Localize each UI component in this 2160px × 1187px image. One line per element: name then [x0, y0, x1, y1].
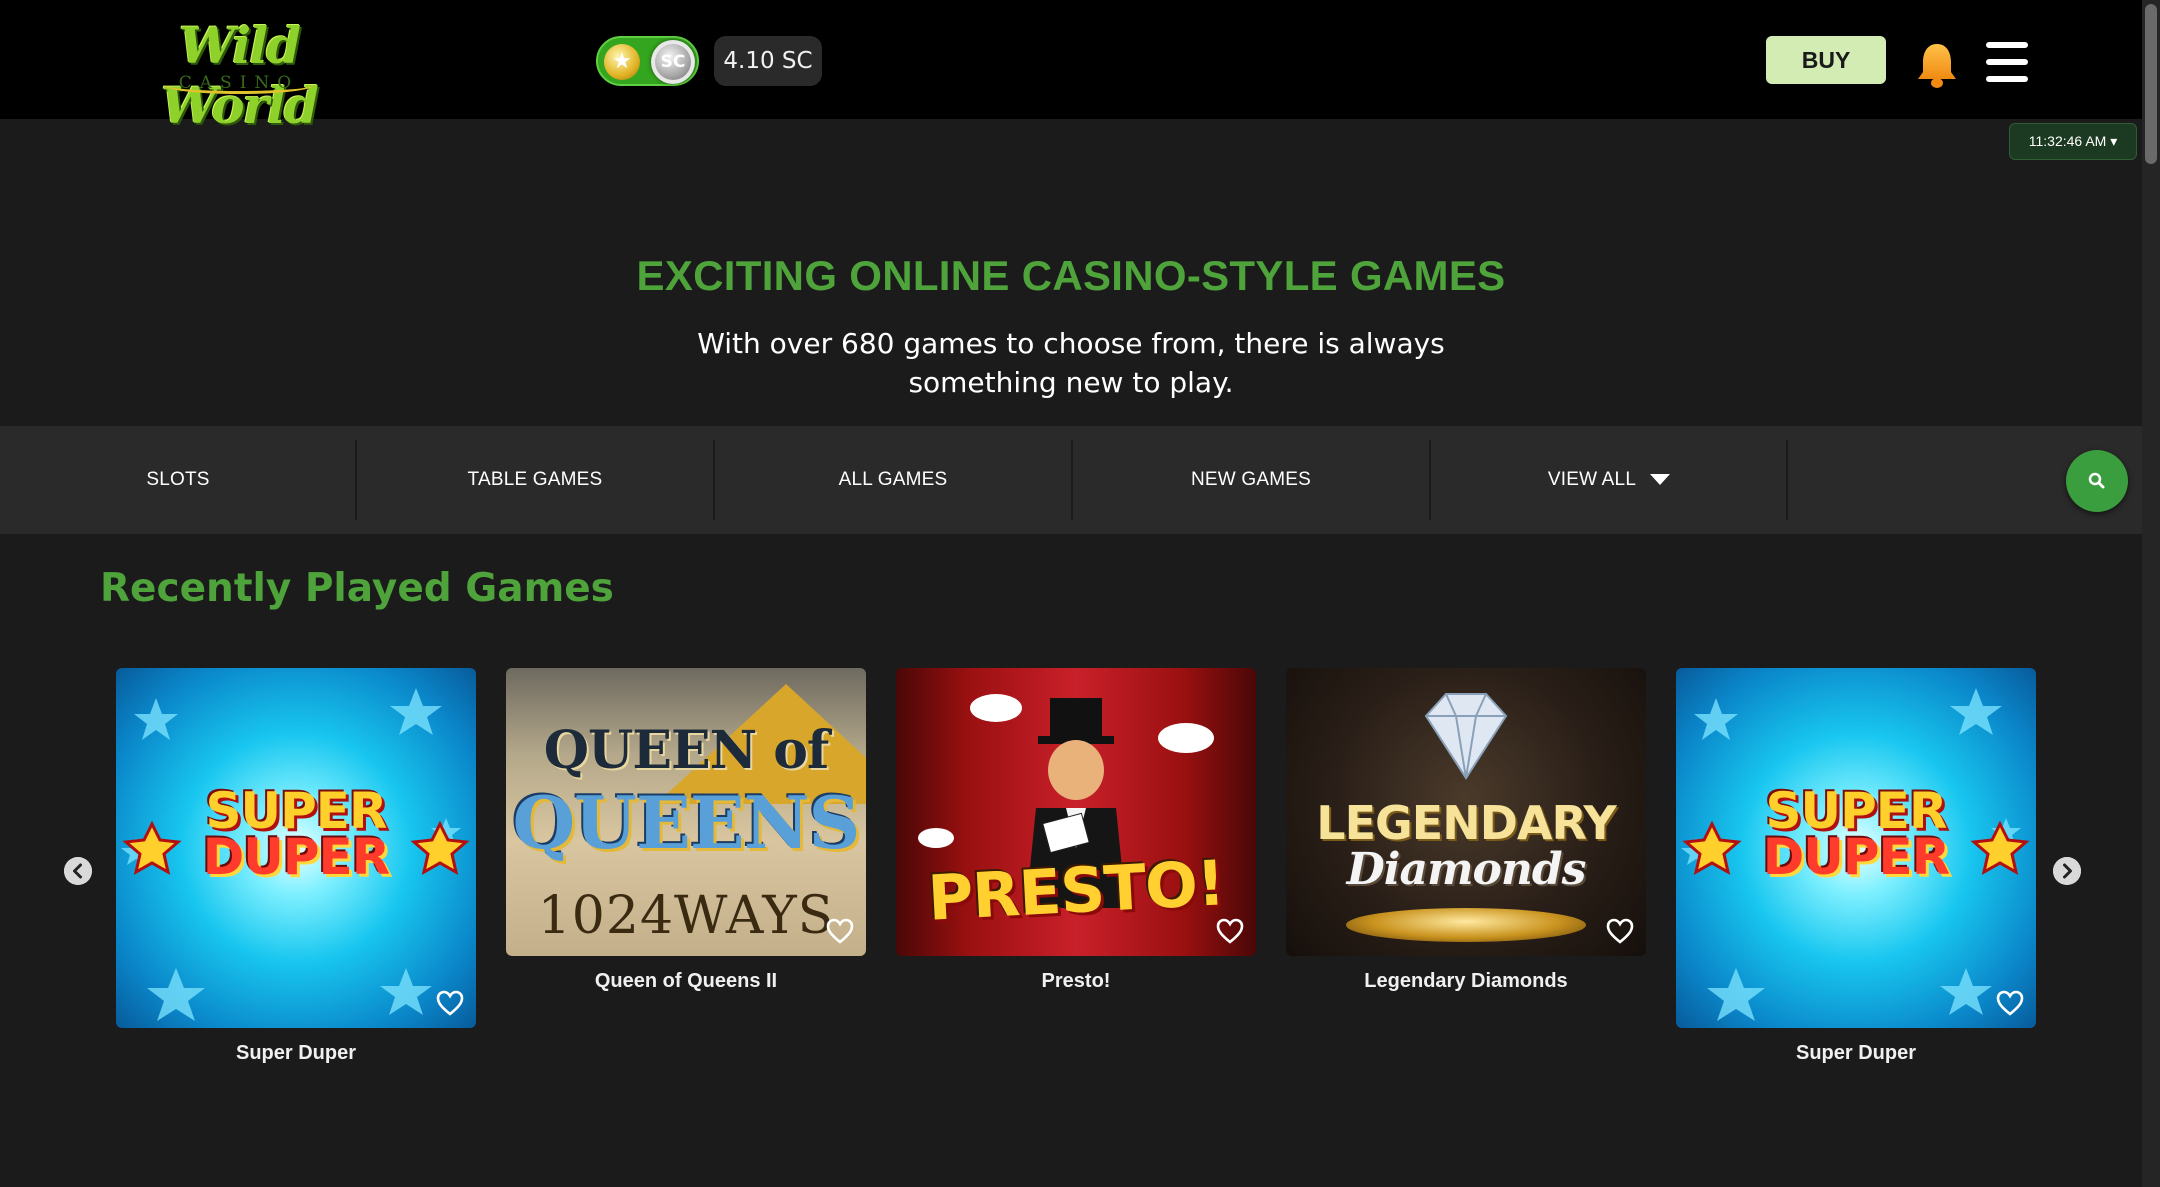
game-art-text: DUPER [1762, 828, 1950, 886]
nav-tab-view-all[interactable]: VIEW ALL [1431, 440, 1787, 520]
buy-button[interactable]: BUY [1766, 36, 1886, 84]
game-thumbnail-queen-of-queens[interactable]: QUEEN of QUEENS 1024WAYS [506, 668, 866, 956]
chevron-right-icon [2053, 857, 2081, 885]
nav-divider [1786, 440, 1788, 520]
menu-bar [1986, 76, 2028, 82]
heart-icon[interactable] [1606, 918, 1634, 944]
heart-icon[interactable] [1216, 918, 1244, 944]
game-title[interactable]: Queen of Queens II [506, 970, 866, 993]
bell-icon[interactable] [1914, 40, 1960, 90]
game-thumbnail-presto[interactable]: PRESTO! [896, 668, 1256, 956]
gold-coin-icon: ★ [604, 44, 640, 80]
logo-subtitle: CASINO [178, 73, 300, 93]
heart-icon[interactable] [826, 918, 854, 944]
carousel-next-button[interactable] [2053, 857, 2081, 885]
nav-tab-new-games[interactable]: NEW GAMES [1073, 440, 1429, 520]
game-card[interactable]: SUPER DUPER Super Duper [116, 668, 476, 1065]
game-title[interactable]: Super Duper [116, 1042, 476, 1065]
game-thumbnail-super-duper[interactable]: SUPER DUPER [1676, 668, 2036, 1028]
game-title[interactable]: Super Duper [1676, 1042, 2036, 1065]
game-art-text: LEGENDARY [1316, 796, 1616, 850]
view-all-label: VIEW ALL [1547, 469, 1637, 490]
nav-tab-all-games[interactable]: ALL GAMES [715, 440, 1071, 520]
search-button[interactable] [2066, 450, 2128, 512]
game-title[interactable]: Presto! [896, 970, 1256, 993]
caret-down-icon [1650, 474, 1671, 486]
hamburger-menu-icon[interactable] [1986, 42, 2030, 82]
scrollbar-thumb[interactable] [2145, 4, 2157, 164]
chevron-left-icon [64, 857, 92, 885]
page-scrollbar[interactable] [2142, 0, 2160, 1187]
game-art-text: DUPER [202, 828, 390, 886]
gold-pedestal [1346, 908, 1586, 942]
wild-world-casino-logo[interactable]: Wild World CASINO [124, 16, 354, 135]
currency-toggle[interactable]: ★ SC [596, 36, 699, 86]
hero-subtitle: With over 680 games to choose from, ther… [697, 327, 1445, 399]
game-card[interactable]: PRESTO! Presto! [896, 668, 1256, 993]
clock-dropdown[interactable]: 11:32:46 AM ▾ [2009, 123, 2137, 160]
recently-played-title: Recently Played Games [100, 566, 614, 611]
nav-tab-table-games[interactable]: TABLE GAMES [357, 440, 713, 520]
heart-icon[interactable] [1996, 990, 2024, 1016]
game-card[interactable]: SUPER DUPER Super Duper [1676, 668, 2036, 1065]
game-card[interactable]: LEGENDARY Diamonds Legendary Diamonds [1286, 668, 1646, 993]
site-header: Wild World CASINO ★ SC 4.10 SC BUY [0, 0, 2142, 135]
nav-tab-slots[interactable]: SLOTS [0, 440, 356, 520]
sweeps-coin-icon: SC [655, 44, 691, 80]
search-icon [2088, 472, 2105, 489]
hero-title: EXCITING ONLINE CASINO-STYLE GAMES [636, 252, 1506, 299]
diamond-illustration [1424, 693, 1508, 780]
game-art-text: QUEENS [512, 780, 860, 865]
game-art-text: 1024WAYS [537, 886, 835, 946]
carousel-prev-button[interactable] [64, 857, 92, 885]
game-title[interactable]: Legendary Diamonds [1286, 970, 1646, 993]
game-card[interactable]: QUEEN of QUEENS 1024WAYS Queen of Queens… [506, 668, 866, 993]
game-art-text: Diamonds [1346, 844, 1587, 895]
game-art-text: QUEEN of [543, 720, 830, 781]
menu-bar [1986, 42, 2028, 48]
category-nav: SLOTS TABLE GAMES ALL GAMES NEW GAMES VI… [0, 426, 2142, 534]
heart-icon[interactable] [436, 990, 464, 1016]
game-thumbnail-legendary-diamonds[interactable]: LEGENDARY Diamonds [1286, 668, 1646, 956]
game-thumbnail-super-duper[interactable]: SUPER DUPER [116, 668, 476, 1028]
menu-bar [1986, 59, 2028, 65]
coin-balance: 4.10 SC [714, 36, 822, 86]
toggle-knob[interactable]: SC [651, 40, 695, 84]
